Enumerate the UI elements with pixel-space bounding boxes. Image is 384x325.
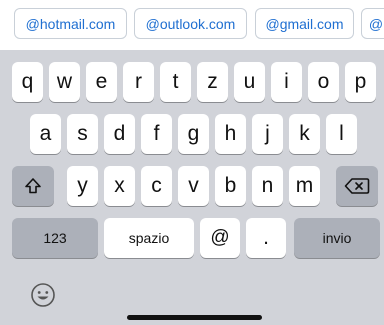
dot-key[interactable]: . <box>246 218 286 258</box>
emoji-icon <box>30 282 56 308</box>
keyboard: q w e r t z u i o p a s d f g h j k l y … <box>0 50 384 325</box>
key-u[interactable]: u <box>234 62 265 102</box>
key-c[interactable]: c <box>141 166 172 206</box>
key-s[interactable]: s <box>67 114 98 154</box>
key-h[interactable]: h <box>215 114 246 154</box>
key-e[interactable]: e <box>86 62 117 102</box>
shift-key[interactable] <box>12 166 54 206</box>
numbers-key[interactable]: 123 <box>12 218 98 258</box>
key-t[interactable]: t <box>160 62 191 102</box>
key-r[interactable]: r <box>123 62 154 102</box>
space-key[interactable]: spazio <box>104 218 194 258</box>
key-z[interactable]: z <box>197 62 228 102</box>
suggestion-hotmail[interactable]: @hotmail.com <box>14 8 127 39</box>
key-v[interactable]: v <box>178 166 209 206</box>
key-l[interactable]: l <box>326 114 357 154</box>
suggestion-gmail[interactable]: @gmail.com <box>255 8 354 39</box>
key-d[interactable]: d <box>104 114 135 154</box>
key-f[interactable]: f <box>141 114 172 154</box>
backspace-icon <box>344 177 370 195</box>
emoji-button[interactable] <box>30 282 56 308</box>
key-b[interactable]: b <box>215 166 246 206</box>
backspace-key[interactable] <box>336 166 378 206</box>
home-indicator[interactable] <box>127 315 262 320</box>
key-p[interactable]: p <box>345 62 376 102</box>
email-suggestion-bar: @hotmail.com @outlook.com @gmail.com @ <box>0 0 384 50</box>
suggestion-outlook[interactable]: @outlook.com <box>134 8 247 39</box>
key-w[interactable]: w <box>49 62 80 102</box>
key-m[interactable]: m <box>289 166 320 206</box>
suggestion-at[interactable]: @ <box>361 8 384 39</box>
key-n[interactable]: n <box>252 166 283 206</box>
key-y[interactable]: y <box>67 166 98 206</box>
key-k[interactable]: k <box>289 114 320 154</box>
key-q[interactable]: q <box>12 62 43 102</box>
return-key[interactable]: invio <box>294 218 380 258</box>
at-key[interactable]: @ <box>200 218 240 258</box>
key-g[interactable]: g <box>178 114 209 154</box>
key-a[interactable]: a <box>30 114 61 154</box>
key-j[interactable]: j <box>252 114 283 154</box>
key-i[interactable]: i <box>271 62 302 102</box>
key-o[interactable]: o <box>308 62 339 102</box>
shift-icon <box>23 176 43 196</box>
key-x[interactable]: x <box>104 166 135 206</box>
